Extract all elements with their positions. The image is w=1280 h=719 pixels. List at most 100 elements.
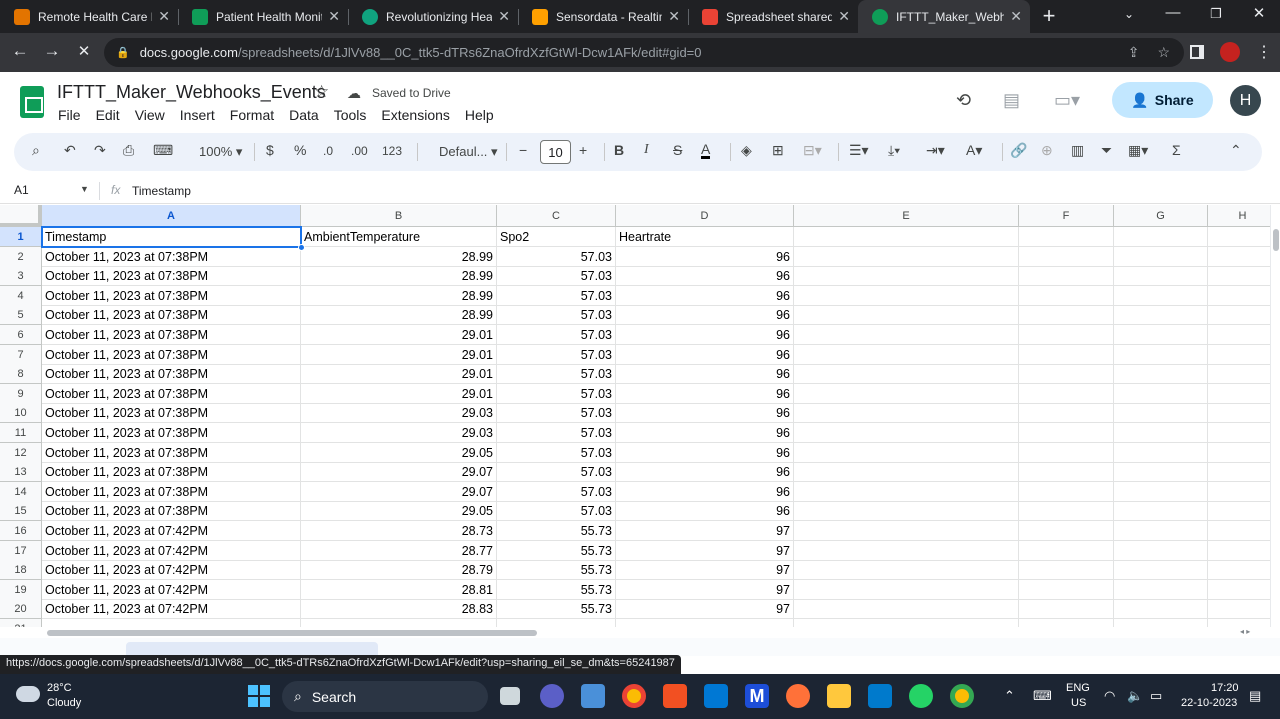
language-region[interactable]: US (1071, 697, 1086, 709)
column-header-g[interactable]: G (1114, 205, 1208, 227)
empty-cell[interactable] (1019, 462, 1114, 482)
empty-cell[interactable] (1019, 482, 1114, 502)
undo-icon[interactable]: ↶ (64, 142, 76, 159)
formula-input[interactable]: Timestamp (132, 184, 191, 198)
empty-cell[interactable] (1208, 560, 1270, 580)
data-cell[interactable]: 28.83 (301, 599, 497, 619)
empty-cell[interactable] (1208, 227, 1270, 247)
empty-cell[interactable] (1019, 364, 1114, 384)
empty-cell[interactable] (1208, 364, 1270, 384)
empty-cell[interactable] (1208, 286, 1270, 306)
browser-tab-2[interactable]: Patient Health Monito ✕ (178, 0, 348, 33)
data-cell[interactable]: 29.03 (301, 423, 497, 443)
fill-color-icon[interactable]: ◈ (741, 142, 752, 159)
restore-icon[interactable]: ❐ (1206, 6, 1226, 22)
data-cell[interactable]: 55.73 (497, 599, 616, 619)
data-cell[interactable]: 57.03 (497, 345, 616, 365)
select-all-corner[interactable] (0, 205, 42, 227)
data-cell[interactable]: 96 (616, 423, 794, 443)
close-tab-icon[interactable]: ✕ (158, 8, 170, 25)
data-cell[interactable]: October 11, 2023 at 07:38PM (42, 501, 301, 521)
bookmark-star-icon[interactable]: ☆ (1157, 44, 1170, 61)
empty-cell[interactable] (794, 521, 1019, 541)
row-header[interactable]: 17 (0, 541, 42, 561)
empty-cell[interactable] (1019, 305, 1114, 325)
m-app-icon[interactable]: M (745, 684, 769, 708)
data-cell[interactable]: 96 (616, 325, 794, 345)
data-cell[interactable]: 29.07 (301, 462, 497, 482)
browser-menu-icon[interactable]: ⋮ (1256, 42, 1272, 62)
row-header[interactable]: 12 (0, 443, 42, 463)
empty-cell[interactable] (794, 423, 1019, 443)
share-page-icon[interactable]: ⇪ (1128, 44, 1140, 61)
back-icon[interactable]: ← (10, 41, 30, 61)
data-cell[interactable]: October 11, 2023 at 07:38PM (42, 325, 301, 345)
user-avatar[interactable]: H (1230, 85, 1261, 116)
data-cell[interactable]: October 11, 2023 at 07:38PM (42, 266, 301, 286)
whatsapp-icon[interactable] (909, 684, 933, 708)
horizontal-align-icon[interactable]: ☰▾ (849, 142, 869, 159)
data-cell[interactable]: 28.99 (301, 286, 497, 306)
data-cell[interactable]: October 11, 2023 at 07:38PM (42, 247, 301, 267)
empty-cell[interactable] (1114, 384, 1208, 404)
empty-cell[interactable] (794, 286, 1019, 306)
empty-cell[interactable] (1114, 403, 1208, 423)
insert-link-icon[interactable]: 🔗 (1010, 142, 1027, 159)
firefox-icon[interactable] (786, 684, 810, 708)
selection-fill-handle[interactable] (298, 244, 305, 251)
data-cell[interactable]: 96 (616, 345, 794, 365)
data-cell[interactable]: 96 (616, 247, 794, 267)
data-cell[interactable]: 28.77 (301, 541, 497, 561)
row-header[interactable]: 7 (0, 345, 42, 365)
data-cell[interactable]: October 11, 2023 at 07:42PM (42, 521, 301, 541)
empty-cell[interactable] (1114, 580, 1208, 600)
empty-cell[interactable] (1208, 462, 1270, 482)
data-cell[interactable]: 28.81 (301, 580, 497, 600)
vertical-scrollbar[interactable] (1270, 205, 1280, 627)
header-cell[interactable]: Spo2 (497, 227, 616, 247)
empty-cell[interactable] (1208, 305, 1270, 325)
row-header[interactable]: 6 (0, 325, 42, 345)
merge-cells-icon[interactable]: ⊟▾ (803, 142, 822, 159)
empty-cell[interactable] (794, 305, 1019, 325)
data-cell[interactable]: 96 (616, 266, 794, 286)
vertical-scroll-thumb[interactable] (1273, 229, 1279, 251)
menu-insert[interactable]: Insert (180, 107, 215, 123)
empty-cell[interactable] (794, 541, 1019, 561)
empty-cell[interactable] (1114, 227, 1208, 247)
menu-data[interactable]: Data (289, 107, 319, 123)
empty-cell[interactable] (1114, 247, 1208, 267)
empty-cell[interactable] (794, 443, 1019, 463)
share-button[interactable]: 👤 Share (1112, 82, 1213, 118)
empty-cell[interactable] (1019, 541, 1114, 561)
version-history-icon[interactable]: ⟲ (956, 90, 971, 111)
menu-extensions[interactable]: Extensions (381, 107, 449, 123)
text-rotation-icon[interactable]: A▾ (966, 142, 982, 159)
row-header[interactable]: 18 (0, 560, 42, 580)
empty-cell[interactable] (1019, 423, 1114, 443)
battery-icon[interactable]: ▭ (1150, 688, 1162, 704)
empty-cell[interactable] (301, 619, 497, 627)
horizontal-scroll-thumb[interactable] (47, 630, 537, 636)
text-wrapping-icon[interactable]: ⇥▾ (926, 142, 945, 159)
empty-cell[interactable] (1208, 482, 1270, 502)
data-cell[interactable]: 28.79 (301, 560, 497, 580)
data-cell[interactable]: 96 (616, 364, 794, 384)
more-formats-button[interactable]: 123 (382, 144, 402, 158)
empty-cell[interactable] (1114, 599, 1208, 619)
data-cell[interactable]: 57.03 (497, 384, 616, 404)
empty-cell[interactable] (1019, 560, 1114, 580)
empty-cell[interactable] (794, 247, 1019, 267)
empty-cell[interactable] (794, 501, 1019, 521)
comments-icon[interactable]: ▤ (1003, 90, 1020, 111)
empty-cell[interactable] (1114, 501, 1208, 521)
star-icon[interactable]: ☆ (314, 82, 329, 102)
data-cell[interactable]: 57.03 (497, 423, 616, 443)
data-cell[interactable]: 97 (616, 541, 794, 561)
data-cell[interactable]: 96 (616, 403, 794, 423)
vscode-icon[interactable] (868, 684, 892, 708)
empty-cell[interactable] (1114, 462, 1208, 482)
empty-cell[interactable] (1114, 443, 1208, 463)
close-tab-icon[interactable]: ✕ (1010, 8, 1022, 25)
show-hidden-icons[interactable]: ⌃ (1004, 688, 1015, 704)
